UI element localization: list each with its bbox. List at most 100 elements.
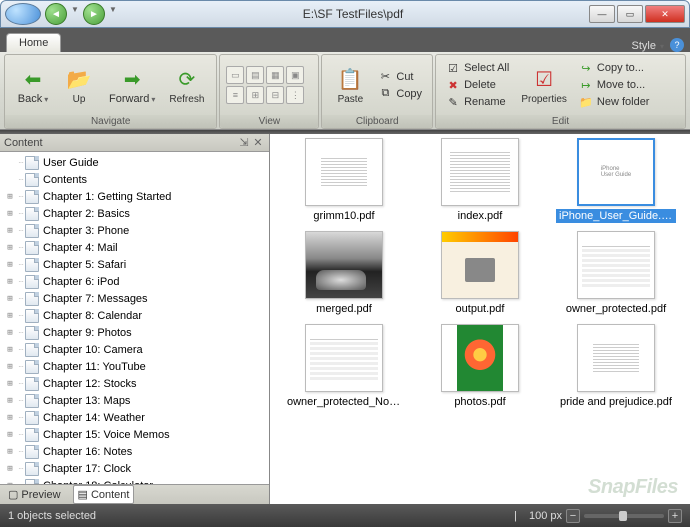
history-forward-dropdown[interactable]: ▼ [107, 3, 119, 25]
file-thumbnail[interactable]: grimm10.pdf [278, 138, 410, 223]
file-thumbnail[interactable]: photos.pdf [414, 324, 546, 409]
thumbnail-image [577, 231, 655, 299]
ribbon-group-view: ▭▤▦▣ ≡⊞⊟⋮ View [219, 54, 319, 129]
tree-item[interactable]: ⊞···Chapter 15: Voice Memos [0, 426, 269, 443]
expand-icon[interactable]: ⊞ [4, 430, 16, 440]
file-thumbnail[interactable]: output.pdf [414, 231, 546, 316]
refresh-button[interactable]: ⟳Refresh [163, 64, 210, 107]
file-name: output.pdf [453, 302, 508, 316]
minimize-button[interactable]: — [589, 5, 615, 23]
zoom-in-button[interactable]: + [668, 509, 682, 523]
copy-icon: ⧉ [378, 87, 392, 101]
zoom-out-button[interactable]: − [566, 509, 580, 523]
expand-icon[interactable]: ⊞ [4, 328, 16, 338]
expand-icon[interactable]: ⊞ [4, 379, 16, 389]
expand-icon[interactable]: ⊞ [4, 413, 16, 423]
style-menu[interactable]: Style▾ [632, 40, 664, 52]
sidebar-pin-icon[interactable]: ⇲ [237, 136, 251, 149]
file-thumbnail[interactable]: pride and prejudice.pdf [550, 324, 682, 409]
file-thumbnail[interactable]: merged.pdf [278, 231, 410, 316]
tree-item-label: Chapter 7: Messages [43, 293, 148, 305]
tree-item[interactable]: ⊞···Chapter 5: Safari [0, 256, 269, 273]
expand-icon[interactable]: ⊞ [4, 192, 16, 202]
back-button[interactable]: ⬅Back▾ [11, 63, 55, 107]
expand-icon[interactable]: ⊞ [4, 464, 16, 474]
tree-item[interactable]: ⊞···Chapter 13: Maps [0, 392, 269, 409]
file-name: iPhone_User_Guide.pdf [556, 209, 676, 223]
tree-item[interactable]: ⊞···Chapter 10: Camera [0, 341, 269, 358]
cut-button[interactable]: ✂Cut [374, 69, 426, 85]
history-back-button[interactable]: ◄ [45, 3, 67, 25]
page-icon [25, 360, 39, 374]
history-back-dropdown[interactable]: ▼ [69, 3, 81, 25]
expand-icon[interactable]: ⊞ [4, 396, 16, 406]
sidebar: Content ⇲ ✕ ···User Guide···Contents⊞···… [0, 134, 270, 504]
tab-content[interactable]: ▤Content [73, 485, 135, 504]
rename-button[interactable]: ✎Rename [442, 94, 513, 110]
expand-icon[interactable]: ⊞ [4, 294, 16, 304]
expand-icon[interactable]: ⊞ [4, 226, 16, 236]
tab-home[interactable]: Home [6, 33, 61, 52]
window-title: E:\SF TestFiles\pdf [119, 7, 587, 21]
tree-item[interactable]: ⊞···Chapter 8: Calendar [0, 307, 269, 324]
move-to-icon: ↦ [579, 78, 593, 92]
tree-item[interactable]: ⊞···Chapter 11: YouTube [0, 358, 269, 375]
page-icon [25, 156, 39, 170]
expand-icon[interactable]: ⊞ [4, 362, 16, 372]
tree-item[interactable]: ⊞···Chapter 6: iPod [0, 273, 269, 290]
maximize-button[interactable]: ▭ [617, 5, 643, 23]
move-to-button[interactable]: ↦Move to... [575, 77, 654, 93]
tree-item[interactable]: ⊞···Chapter 4: Mail [0, 239, 269, 256]
tree-item[interactable]: ⊞···Chapter 3: Phone [0, 222, 269, 239]
expand-icon[interactable]: ⊞ [4, 277, 16, 287]
file-thumbnail[interactable]: iPhoneUser GuideiPhone_User_Guide.pdf [550, 138, 682, 223]
file-thumbnail[interactable]: index.pdf [414, 138, 546, 223]
properties-button[interactable]: ☑Properties [515, 64, 573, 107]
up-button[interactable]: 📂Up [57, 64, 101, 107]
forward-button[interactable]: ➡Forward▾ [103, 63, 161, 107]
expand-icon[interactable]: ⊞ [4, 260, 16, 270]
expand-icon[interactable]: ⊞ [4, 345, 16, 355]
expand-icon[interactable]: ⊞ [4, 209, 16, 219]
page-icon [25, 258, 39, 272]
sidebar-title: Content [4, 137, 43, 149]
new-folder-button[interactable]: 📁New folder [575, 94, 654, 110]
tree-item-label: Chapter 9: Photos [43, 327, 132, 339]
page-icon [25, 428, 39, 442]
refresh-icon: ⟳ [173, 66, 201, 94]
history-forward-button[interactable]: ► [83, 3, 105, 25]
file-grid[interactable]: grimm10.pdfindex.pdfiPhoneUser GuideiPho… [270, 134, 690, 504]
tree-item[interactable]: ···Contents [0, 171, 269, 188]
tree-item[interactable]: ⊞···Chapter 1: Getting Started [0, 188, 269, 205]
help-icon[interactable]: ? [670, 38, 684, 52]
file-thumbnail[interactable]: owner_protected_NoRes... [278, 324, 410, 409]
delete-button[interactable]: ✖Delete [442, 77, 513, 93]
view-mode-grid[interactable]: ▭▤▦▣ ≡⊞⊟⋮ [226, 66, 304, 104]
tree-item[interactable]: ⊞···Chapter 2: Basics [0, 205, 269, 222]
select-all-button[interactable]: ☑Select All [442, 60, 513, 76]
tree-item[interactable]: ···User Guide [0, 154, 269, 171]
file-thumbnail[interactable]: owner_protected.pdf [550, 231, 682, 316]
expand-icon[interactable]: ⊞ [4, 447, 16, 457]
tree-item[interactable]: ⊞···Chapter 17: Clock [0, 460, 269, 477]
thumbnail-image [577, 324, 655, 392]
tree-item[interactable]: ⊞···Chapter 16: Notes [0, 443, 269, 460]
tree-item[interactable]: ⊞···Chapter 9: Photos [0, 324, 269, 341]
copy-button[interactable]: ⧉Copy [374, 86, 426, 102]
tree-item[interactable]: ⊞···Chapter 18: Calculator [0, 477, 269, 484]
expand-icon[interactable]: ⊞ [4, 243, 16, 253]
paste-button[interactable]: 📋Paste [328, 64, 372, 107]
tree-item[interactable]: ⊞···Chapter 7: Messages [0, 290, 269, 307]
ribbon-tabs: Home Style▾ ? [0, 28, 690, 52]
tree-item[interactable]: ⊞···Chapter 12: Stocks [0, 375, 269, 392]
content-tree[interactable]: ···User Guide···Contents⊞···Chapter 1: G… [0, 152, 269, 484]
zoom-slider[interactable] [584, 514, 664, 518]
expand-icon[interactable]: ⊞ [4, 311, 16, 321]
close-button[interactable]: ✕ [645, 5, 685, 23]
sidebar-close-icon[interactable]: ✕ [251, 136, 265, 149]
tree-item[interactable]: ⊞···Chapter 14: Weather [0, 409, 269, 426]
app-icon[interactable] [5, 3, 41, 25]
copy-to-button[interactable]: ↪Copy to... [575, 60, 654, 76]
tab-preview[interactable]: ▢Preview [4, 486, 65, 503]
zoom-control: 100 px − + [529, 509, 682, 523]
